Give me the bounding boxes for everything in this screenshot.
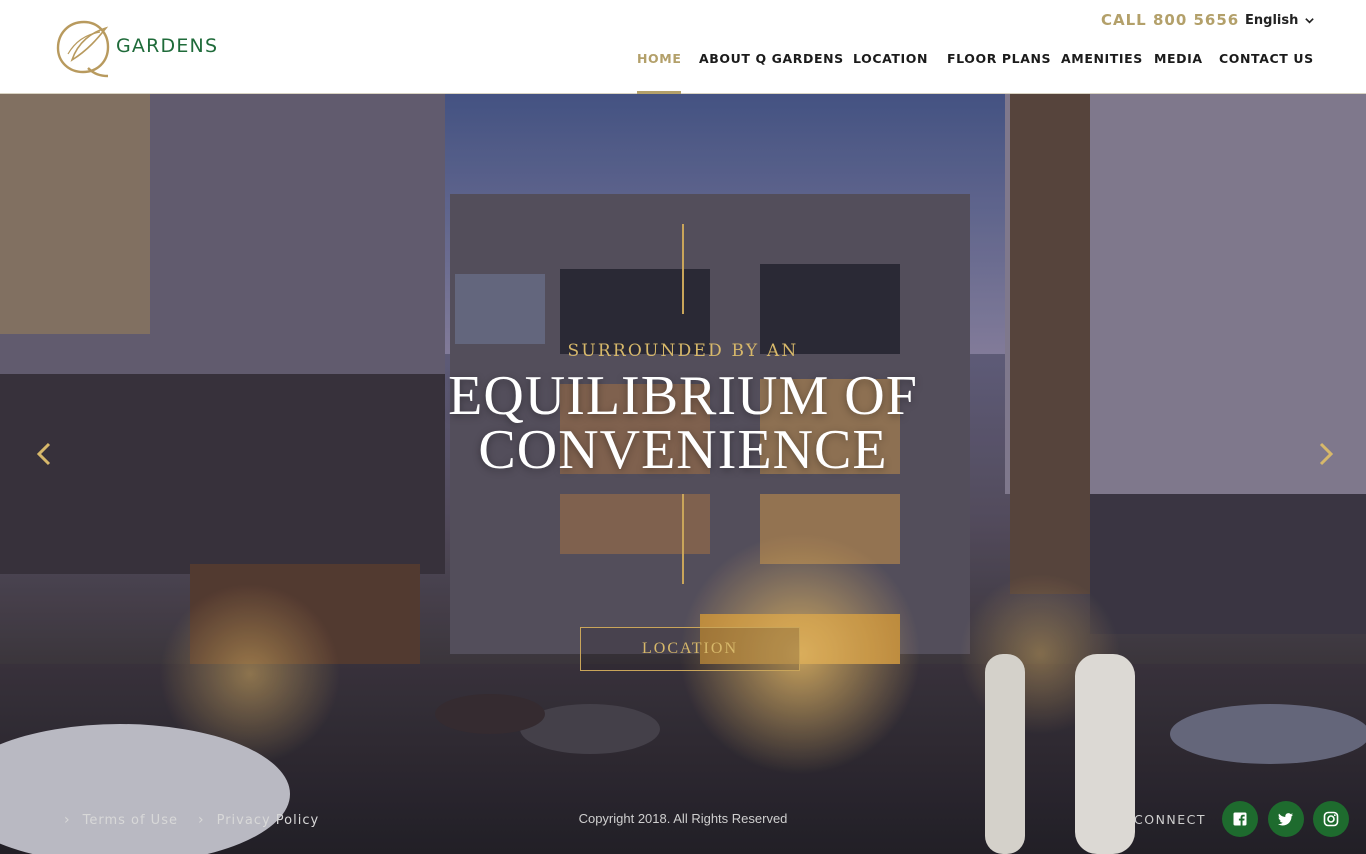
hero-slider: SURROUNDED BY AN EQUILIBRIUM OF CONVENIE… bbox=[0, 94, 1366, 854]
nav-about[interactable]: ABOUT Q GARDENS bbox=[699, 51, 844, 94]
nav-home[interactable]: HOME bbox=[637, 51, 682, 94]
nav-location[interactable]: LOCATION bbox=[853, 51, 928, 94]
nav-floor-plans[interactable]: FLOOR PLANS bbox=[947, 51, 1051, 94]
slider-next-arrow[interactable] bbox=[1310, 439, 1340, 469]
nav-contact-us[interactable]: CONTACT US bbox=[1219, 51, 1314, 94]
nav-amenities[interactable]: AMENITIES bbox=[1061, 51, 1143, 94]
divider-line-top bbox=[682, 224, 684, 314]
chevron-right-icon bbox=[1319, 442, 1334, 466]
instagram-icon bbox=[1323, 811, 1339, 827]
hero-title-line2: CONVENIENCE bbox=[478, 419, 888, 481]
call-number[interactable]: CALL 800 5656 bbox=[1101, 11, 1239, 29]
twitter-button[interactable] bbox=[1268, 801, 1304, 837]
chevron-down-icon bbox=[1305, 17, 1315, 24]
site-header: GARDENS CALL 800 5656 English HOME ABOUT… bbox=[0, 0, 1366, 94]
facebook-icon bbox=[1233, 812, 1247, 826]
hero-title-line1: EQUILIBRIUM OF bbox=[448, 365, 918, 427]
slider-prev-arrow[interactable] bbox=[30, 439, 60, 469]
twitter-icon bbox=[1278, 813, 1293, 826]
hero-subtitle: SURROUNDED BY AN bbox=[567, 341, 799, 361]
location-cta-button[interactable]: LOCATION bbox=[580, 627, 800, 671]
divider-line-bottom bbox=[682, 494, 684, 584]
instagram-button[interactable] bbox=[1313, 801, 1349, 837]
nav-media[interactable]: MEDIA bbox=[1154, 51, 1203, 94]
connect-label: CONNECT bbox=[1134, 812, 1207, 827]
language-label: English bbox=[1245, 12, 1299, 28]
facebook-button[interactable] bbox=[1222, 801, 1258, 837]
chevron-left-icon bbox=[36, 442, 51, 466]
language-selector[interactable]: English bbox=[1245, 11, 1315, 29]
hero-title: EQUILIBRIUM OF CONVENIENCE bbox=[0, 365, 1366, 481]
main-nav: HOME ABOUT Q GARDENS LOCATION FLOOR PLAN… bbox=[0, 51, 1366, 94]
